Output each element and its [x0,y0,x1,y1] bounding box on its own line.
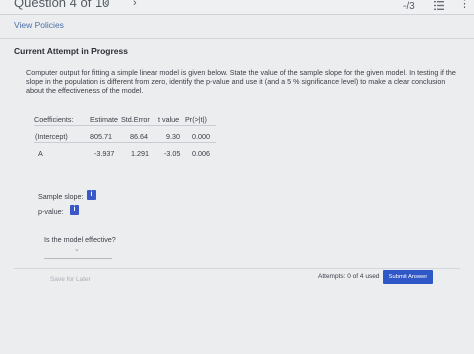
chevron-down-icon: ⌄ [74,246,80,253]
save-for-later-link[interactable]: Save for Later [50,276,91,283]
more-options-icon[interactable]: ⋮ [459,0,470,10]
sample-slope-label: Sample slope: [38,192,84,201]
question-paragraph: Computer output for fitting a simple lin… [26,68,456,95]
table-divider [34,125,216,126]
table-header: Coefficients: [34,115,74,124]
p-value-label: p-value: [38,207,64,216]
effective-question-label: Is the model effective? [44,235,116,244]
question-number: Question 4 of 10 [14,0,110,10]
section-title: Current Attempt in Progress [14,46,128,56]
divider [14,268,460,269]
table-cell: 86.64 [130,132,148,141]
table-divider [34,142,216,143]
attempts-counter: Attempts: 0 of 4 used [318,273,380,280]
table-cell: 805.71 [90,132,112,141]
submit-answer-button[interactable]: Submit Answer [383,270,433,284]
sample-slope-info-icon[interactable]: i [87,190,96,200]
table-header: Estimate [90,115,118,124]
divider [0,38,474,39]
p-value-info-icon[interactable]: i [70,205,79,215]
table-cell: 9.30 [166,132,180,141]
chevron-left-icon[interactable]: ‹ [104,0,108,9]
list-icon[interactable] [434,0,444,11]
chevron-right-icon[interactable]: › [133,0,137,9]
table-cell: (Intercept) [35,132,68,141]
table-cell: 0.000 [192,132,210,141]
table-header: Pr(>|t|) [185,115,207,124]
table-header: t value [158,115,180,124]
table-cell: -3.05 [164,149,181,158]
effective-select[interactable]: ⌄ [44,246,112,259]
question-text: Computer output for fitting a simple lin… [26,68,458,95]
top-bar: Question 4 of 10 ‹ › -/3 ⋮ [0,0,474,15]
table-header: Std.Error [121,115,150,124]
table-cell: 1.291 [131,149,149,158]
table-cell: -3.937 [94,149,115,158]
score: -/3 [403,1,415,12]
view-policies-link[interactable]: View Policies [14,20,64,30]
table-cell: A [38,149,43,158]
table-cell: 0.006 [192,149,210,158]
